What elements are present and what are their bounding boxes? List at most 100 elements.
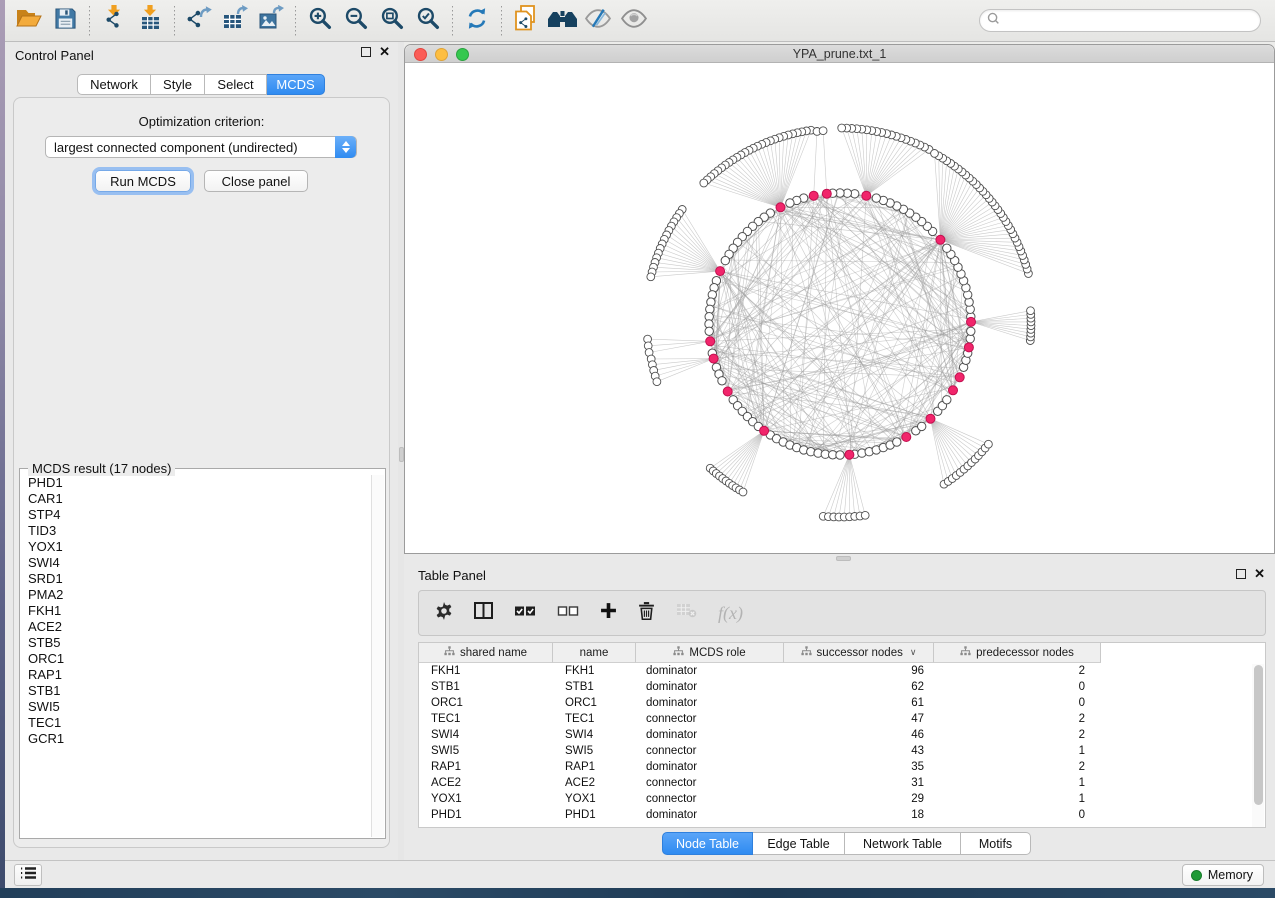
mcds-node[interactable] <box>809 191 818 200</box>
mcds-node[interactable] <box>862 191 871 200</box>
close-panel-icon[interactable]: ✕ <box>379 47 390 57</box>
cell-shared-name[interactable]: RAP1 <box>419 759 553 775</box>
cell-successor-nodes[interactable]: 96 <box>784 663 934 679</box>
horizontal-splitter[interactable] <box>404 554 1275 562</box>
cell-shared-name[interactable]: ACE2 <box>419 775 553 791</box>
cell-shared-name[interactable]: ORC1 <box>419 695 553 711</box>
cell-predecessor-nodes[interactable]: 2 <box>934 727 1101 743</box>
optimization-criterion-dropdown[interactable]: largest connected component (undirected) <box>45 136 357 158</box>
cell-mcds-role[interactable]: dominator <box>636 663 784 679</box>
import-network-button[interactable] <box>96 5 132 37</box>
cell-predecessor-nodes[interactable]: 0 <box>934 807 1101 823</box>
mcds-node[interactable] <box>902 433 911 442</box>
cell-mcds-role[interactable]: dominator <box>636 695 784 711</box>
table-row[interactable]: YOX1YOX1connector291 <box>419 791 1251 807</box>
mcds-node-item[interactable]: GCR1 <box>21 731 371 747</box>
table-row[interactable]: ORC1ORC1dominator610 <box>419 695 1251 711</box>
mcds-node[interactable] <box>776 203 785 212</box>
tab-motifs[interactable]: Motifs <box>961 832 1031 855</box>
cell-predecessor-nodes[interactable]: 1 <box>934 743 1101 759</box>
table-row[interactable]: PHD1PHD1dominator180 <box>419 807 1251 823</box>
table-row[interactable]: STB1STB1dominator620 <box>419 679 1251 695</box>
cell-predecessor-nodes[interactable]: 2 <box>934 759 1101 775</box>
cell-name[interactable]: YOX1 <box>553 791 636 807</box>
mcds-node-item[interactable]: SWI4 <box>21 555 371 571</box>
mcds-node-item[interactable]: ACE2 <box>21 619 371 635</box>
export-table-button[interactable] <box>217 5 253 37</box>
search-input[interactable] <box>1000 11 1260 30</box>
mcds-node[interactable] <box>967 317 976 326</box>
cell-mcds-role[interactable]: connector <box>636 791 784 807</box>
table-scrollbar[interactable] <box>1252 664 1264 827</box>
cell-successor-nodes[interactable]: 43 <box>784 743 934 759</box>
clone-network-button[interactable] <box>508 5 544 37</box>
table-row[interactable]: TEC1TEC1connector472 <box>419 711 1251 727</box>
cell-predecessor-nodes[interactable]: 2 <box>934 711 1101 727</box>
float-panel-icon[interactable] <box>361 47 371 57</box>
cell-predecessor-nodes[interactable]: 0 <box>934 679 1101 695</box>
hide-graphics-details-button[interactable] <box>580 5 616 37</box>
mcds-node-item[interactable]: TID3 <box>21 523 371 539</box>
table-settings-button[interactable] <box>435 602 453 625</box>
column-header-predecessor-nodes[interactable]: predecessor nodes <box>934 643 1101 663</box>
cell-successor-nodes[interactable]: 62 <box>784 679 934 695</box>
cell-shared-name[interactable]: STB1 <box>419 679 553 695</box>
refresh-view-button[interactable] <box>459 5 495 37</box>
column-header-mcds-role[interactable]: MCDS role <box>636 643 784 663</box>
mcds-node[interactable] <box>709 354 718 363</box>
cell-mcds-role[interactable]: connector <box>636 775 784 791</box>
mcds-node-item[interactable]: RAP1 <box>21 667 371 683</box>
cell-mcds-role[interactable]: connector <box>636 743 784 759</box>
mcds-node-item[interactable]: TEC1 <box>21 715 371 731</box>
table-row[interactable]: RAP1RAP1dominator352 <box>419 759 1251 775</box>
select-all-rows-button[interactable] <box>514 604 536 623</box>
cell-predecessor-nodes[interactable]: 1 <box>934 791 1101 807</box>
tab-mcds[interactable]: MCDS <box>267 74 325 95</box>
mcds-node[interactable] <box>964 343 973 352</box>
cell-predecessor-nodes[interactable]: 2 <box>934 663 1101 679</box>
cell-successor-nodes[interactable]: 35 <box>784 759 934 775</box>
cell-name[interactable]: FKH1 <box>553 663 636 679</box>
table-row[interactable]: ACE2ACE2connector311 <box>419 775 1251 791</box>
cell-shared-name[interactable]: TEC1 <box>419 711 553 727</box>
save-session-button[interactable] <box>47 5 83 37</box>
zoom-in-button[interactable] <box>302 5 338 37</box>
mcds-node-item[interactable]: CAR1 <box>21 491 371 507</box>
import-table-button[interactable] <box>132 5 168 37</box>
search-box[interactable] <box>979 9 1261 32</box>
tab-edge-table[interactable]: Edge Table <box>753 832 845 855</box>
horizontal-splitter-handle[interactable] <box>836 556 851 561</box>
cell-mcds-role[interactable]: dominator <box>636 759 784 775</box>
cell-name[interactable]: RAP1 <box>553 759 636 775</box>
cell-shared-name[interactable]: FKH1 <box>419 663 553 679</box>
cell-mcds-role[interactable]: dominator <box>636 727 784 743</box>
run-mcds-button[interactable]: Run MCDS <box>95 170 191 192</box>
deselect-all-rows-button[interactable] <box>557 604 579 623</box>
vertical-splitter-handle[interactable] <box>399 447 404 462</box>
mcds-node-item[interactable]: STB1 <box>21 683 371 699</box>
mcds-node[interactable] <box>845 450 854 459</box>
cell-shared-name[interactable]: PHD1 <box>419 807 553 823</box>
mcds-node[interactable] <box>926 414 935 423</box>
memory-button[interactable]: Memory <box>1182 864 1264 886</box>
mcds-node-item[interactable]: STB5 <box>21 635 371 651</box>
mcds-node[interactable] <box>723 387 732 396</box>
cell-mcds-role[interactable]: dominator <box>636 679 784 695</box>
mcds-node-item[interactable]: YOX1 <box>21 539 371 555</box>
cell-mcds-role[interactable]: connector <box>636 711 784 727</box>
tab-node-table[interactable]: Node Table <box>662 832 753 855</box>
cell-name[interactable]: TEC1 <box>553 711 636 727</box>
mcds-node[interactable] <box>716 267 725 276</box>
column-header-successor-nodes[interactable]: successor nodes∨ <box>784 643 934 663</box>
table-row[interactable]: SWI4SWI4dominator462 <box>419 727 1251 743</box>
mcds-node[interactable] <box>955 373 964 382</box>
mcds-node[interactable] <box>936 235 945 244</box>
cell-predecessor-nodes[interactable]: 0 <box>934 695 1101 711</box>
search-objects-button[interactable] <box>544 5 580 37</box>
mcds-node-item[interactable]: ORC1 <box>21 651 371 667</box>
split-panel-button[interactable] <box>474 602 493 624</box>
tab-style[interactable]: Style <box>151 74 205 95</box>
show-graphics-details-button[interactable] <box>616 5 652 37</box>
mcds-node-item[interactable]: STP4 <box>21 507 371 523</box>
table-row[interactable]: FKH1FKH1dominator962 <box>419 663 1251 679</box>
